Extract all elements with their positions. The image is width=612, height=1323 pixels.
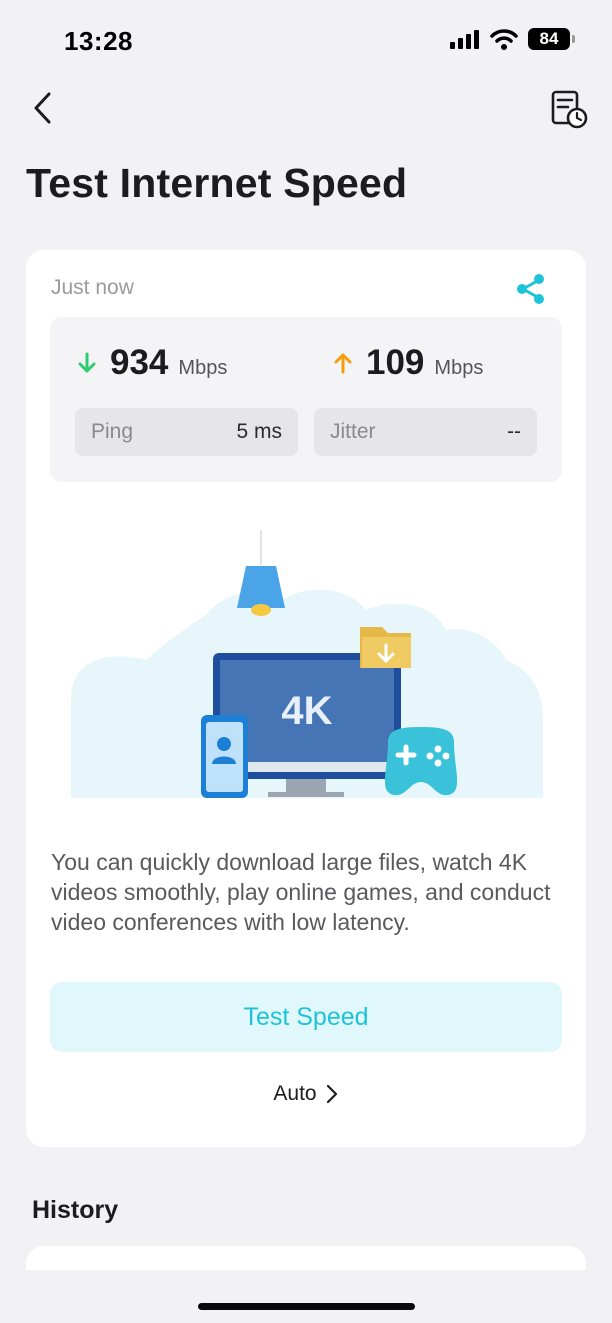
ping-value: 5 ms bbox=[236, 420, 282, 443]
wifi-icon bbox=[490, 29, 518, 50]
folder-download-icon bbox=[360, 627, 411, 668]
monitor-4k-label: 4K bbox=[281, 689, 332, 733]
upload-unit: Mbps bbox=[434, 357, 484, 379]
back-arrow-icon[interactable] bbox=[28, 88, 60, 128]
test-mode-label: Auto bbox=[273, 1082, 317, 1105]
history-heading: History bbox=[32, 1196, 119, 1224]
monitor-stand bbox=[286, 779, 326, 793]
jitter-value: -- bbox=[507, 420, 521, 443]
monitor-foot bbox=[268, 792, 344, 797]
lamp-icon bbox=[237, 566, 285, 608]
speed-test-card: Just now 934 Mbps 109 Mbps Ping 5 ms Jit… bbox=[26, 250, 586, 1147]
ping-metric: Ping 5 ms bbox=[75, 408, 298, 456]
status-time: 13:28 bbox=[64, 26, 133, 56]
speed-illustration: 4K bbox=[71, 530, 543, 798]
page-title: Test Internet Speed bbox=[26, 160, 408, 206]
status-icons: 84 bbox=[450, 28, 575, 50]
speed-result-panel: 934 Mbps 109 Mbps Ping 5 ms Jitter -- bbox=[50, 317, 562, 482]
lamp-bulb bbox=[251, 604, 271, 616]
upload-value: 109 bbox=[366, 343, 425, 382]
download-speed: 934 Mbps bbox=[76, 343, 227, 383]
phone-icon bbox=[201, 715, 248, 798]
chevron-right-icon bbox=[326, 1084, 337, 1104]
history-log-icon[interactable] bbox=[548, 88, 590, 130]
result-time-label: Just now bbox=[51, 276, 134, 299]
ping-label: Ping bbox=[91, 420, 134, 443]
home-indicator bbox=[198, 1303, 415, 1310]
test-speed-button[interactable]: Test Speed bbox=[50, 982, 562, 1052]
upload-speed: 109 Mbps bbox=[332, 343, 483, 383]
upload-arrow-icon bbox=[334, 353, 352, 374]
status-bar: 13:28 84 bbox=[0, 0, 612, 80]
jitter-label: Jitter bbox=[330, 420, 376, 443]
test-mode-selector[interactable]: Auto bbox=[26, 1082, 586, 1106]
share-icon[interactable] bbox=[514, 272, 548, 306]
speed-description: You can quickly download large files, wa… bbox=[51, 849, 551, 935]
jitter-metric: Jitter -- bbox=[314, 408, 537, 456]
download-unit: Mbps bbox=[178, 357, 228, 379]
battery-icon: 84 bbox=[528, 28, 575, 50]
history-card bbox=[26, 1246, 586, 1270]
cellular-signal-icon bbox=[450, 30, 479, 49]
download-arrow-icon bbox=[78, 352, 96, 373]
download-value: 934 bbox=[110, 343, 169, 382]
